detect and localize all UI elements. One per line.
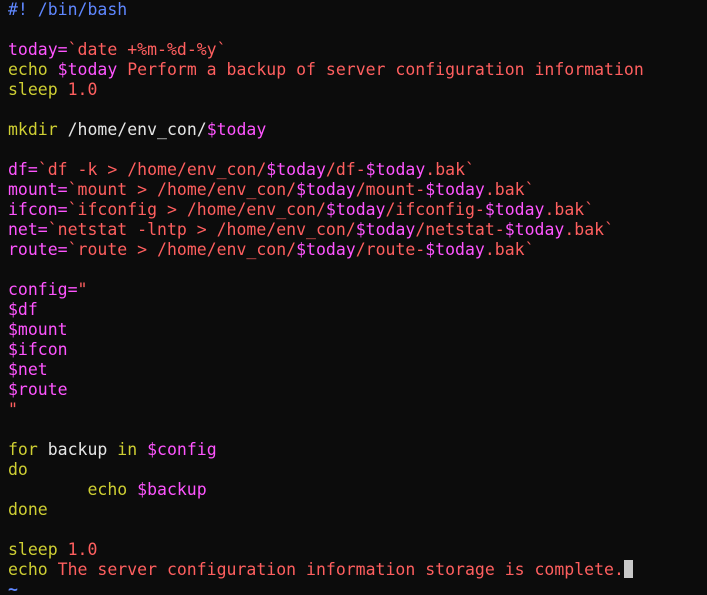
editor-line: "	[8, 400, 644, 420]
code-token: mkdir	[8, 120, 68, 139]
code-token: ifcon=	[8, 200, 68, 219]
code-token: `route > /home/env_con/	[67, 240, 297, 259]
code-token: route=	[8, 240, 68, 259]
code-token: mount=	[8, 180, 68, 199]
code-token: .bak`	[484, 240, 535, 259]
code-token: /home/env_con/	[67, 120, 207, 139]
code-token: $config	[147, 440, 217, 459]
code-token: #! /bin/bash	[8, 0, 128, 19]
editor-line: #! /bin/bash	[8, 0, 644, 20]
code-token: today=	[8, 40, 68, 59]
code-token: backup	[47, 440, 118, 459]
code-token: in	[117, 440, 148, 459]
code-token: echo	[8, 60, 58, 79]
code-token: $today	[206, 120, 267, 139]
editor-line: echo $backup	[8, 480, 644, 500]
editor-line: $mount	[8, 320, 644, 340]
editor-text-area[interactable]: #! /bin/bash today=`date +%m-%d-%y` echo $…	[8, 0, 644, 595]
editor-line: df=`df -k > /home/env_con/$today/df-$tod…	[8, 160, 644, 180]
code-token: `ifconfig > /home/env_con/	[67, 200, 326, 219]
terminal-window[interactable]: #! /bin/bash today=`date +%m-%d-%y` echo $…	[0, 0, 707, 595]
editor-line: $route	[8, 380, 644, 400]
editor-line: mkdir /home/env_con/$today	[8, 120, 644, 140]
code-token: .bak`	[564, 220, 614, 239]
code-token: $backup	[137, 480, 207, 499]
code-token: `mount > /home/env_con/	[67, 180, 297, 199]
text-cursor	[623, 560, 633, 578]
code-token: config=	[8, 280, 78, 299]
editor-line: config="	[8, 280, 644, 300]
editor-line: $df	[8, 300, 644, 320]
code-token: $today	[325, 200, 386, 219]
code-token: $today	[355, 220, 416, 239]
code-token: /ifconfig-	[385, 200, 485, 219]
code-token: echo	[8, 480, 138, 499]
code-token: 1.0	[67, 80, 98, 99]
code-token: $today	[484, 200, 545, 219]
code-token: df=	[8, 160, 38, 179]
code-token: do	[8, 460, 28, 479]
editor-line: for backup in $config	[8, 440, 644, 460]
editor-line: do	[8, 460, 644, 480]
editor-line: $net	[8, 360, 644, 380]
code-token: $mount	[8, 320, 68, 339]
code-token: $net	[8, 360, 48, 379]
editor-line: today=`date +%m-%d-%y`	[8, 40, 644, 60]
code-token: echo	[8, 560, 58, 579]
code-token: $df	[8, 300, 38, 319]
editor-line: ~	[8, 580, 644, 595]
editor-line: mount=`mount > /home/env_con/$today/moun…	[8, 180, 644, 200]
code-token: net=	[8, 220, 48, 239]
code-token: /netstat-	[415, 220, 505, 239]
editor-line: route=`route > /home/env_con/$today/rout…	[8, 240, 644, 260]
code-token: .bak`	[484, 180, 535, 199]
code-token: `netstat -lntp > /home/env_con/	[47, 220, 356, 239]
editor-line: echo The server configuration informatio…	[8, 560, 644, 580]
code-token: $route	[8, 380, 68, 399]
code-token: "	[77, 280, 88, 299]
editor-line: net=`netstat -lntp > /home/env_con/$toda…	[8, 220, 644, 240]
code-token: done	[8, 500, 48, 519]
code-token: .bak`	[544, 200, 595, 219]
code-token: "	[8, 400, 18, 419]
code-token: $today	[504, 220, 565, 239]
empty-line-marker: ~	[8, 580, 18, 595]
code-token: for	[8, 440, 48, 459]
code-token: Perform a backup of server configuration…	[117, 60, 644, 79]
editor-line: done	[8, 500, 644, 520]
code-token: $today	[296, 180, 356, 199]
code-token: $today	[425, 180, 485, 199]
editor-line: $ifcon	[8, 340, 644, 360]
code-token: /mount-	[355, 180, 426, 199]
code-token: The server configuration information sto…	[57, 560, 624, 579]
code-token: `df -k > /home/env_con/	[37, 160, 267, 179]
code-token: 1.0	[67, 540, 98, 559]
code-token: $today	[425, 240, 485, 259]
code-token: $ifcon	[8, 340, 68, 359]
editor-line: sleep 1.0	[8, 540, 644, 560]
code-token: .bak`	[425, 160, 475, 179]
code-token: $today	[57, 60, 118, 79]
editor-line: echo $today Perform a backup of server c…	[8, 60, 644, 80]
code-token: `date +%m-%d-%y`	[67, 40, 227, 59]
code-token: $today	[296, 240, 356, 259]
code-token: $today	[266, 160, 326, 179]
code-token: sleep	[8, 540, 68, 559]
code-token: $today	[365, 160, 426, 179]
code-token: sleep	[8, 80, 68, 99]
code-token: /df-	[325, 160, 366, 179]
code-token: /route-	[355, 240, 426, 259]
editor-line: ifcon=`ifconfig > /home/env_con/$today/i…	[8, 200, 644, 220]
editor-line: sleep 1.0	[8, 80, 644, 100]
